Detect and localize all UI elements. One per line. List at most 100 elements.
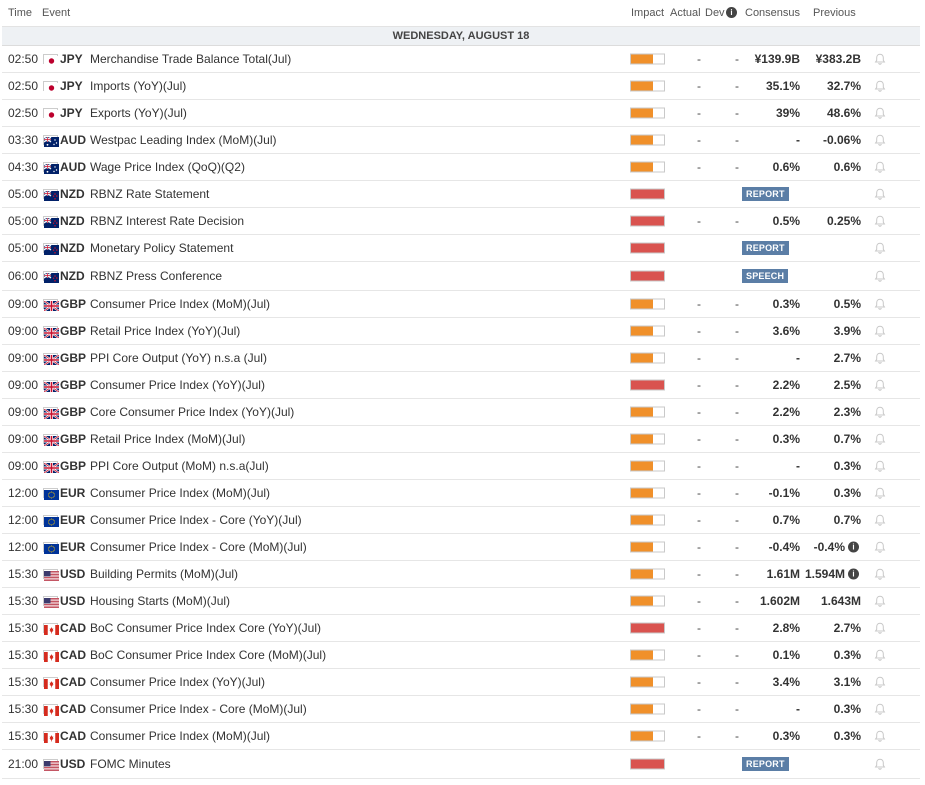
event-name[interactable]: RBNZ Press Conference	[90, 269, 222, 283]
bell-icon[interactable]	[873, 621, 887, 635]
event-row[interactable]: 09:00 GBP Consumer Price Index (MoM)(Jul) -…	[2, 291, 920, 318]
bell-icon[interactable]	[873, 513, 887, 527]
event-row[interactable]: 05:00 NZD RBNZ Interest Rate Decision - - 0.5…	[2, 208, 920, 235]
bell-icon[interactable]	[873, 187, 887, 201]
event-name[interactable]: Consumer Price Index - Core (MoM)(Jul)	[90, 702, 307, 716]
previous-value: 0.3%	[833, 702, 861, 716]
event-name[interactable]: Consumer Price Index (MoM)(Jul)	[90, 486, 270, 500]
event-row[interactable]: 21:00 USD FOMC Minutes REPORT	[2, 750, 920, 779]
event-name[interactable]: Westpac Leading Index (MoM)(Jul)	[90, 133, 277, 147]
bell-icon[interactable]	[873, 297, 887, 311]
event-row[interactable]: 15:30 CAD Consumer Price Index - Core (MoM…	[2, 696, 920, 723]
event-name[interactable]: Core Consumer Price Index (YoY)(Jul)	[90, 405, 294, 419]
event-name[interactable]: BoC Consumer Price Index Core (MoM)(Jul)	[90, 648, 326, 662]
bell-icon[interactable]	[873, 459, 887, 473]
bell-icon[interactable]	[873, 79, 887, 93]
event-row[interactable]: 02:50 JPY Exports (YoY)(Jul) - - 39% 48.6%	[2, 100, 920, 127]
bell-icon[interactable]	[873, 241, 887, 255]
header-consensus[interactable]: Consensus	[745, 7, 800, 19]
bell-icon[interactable]	[873, 324, 887, 338]
bell-icon[interactable]	[873, 378, 887, 392]
event-row[interactable]: 15:30 USD Building Permits (MoM)(Jul) - - 1.6…	[2, 561, 920, 588]
bell-icon[interactable]	[873, 133, 887, 147]
event-name[interactable]: FOMC Minutes	[90, 757, 171, 771]
bell-icon[interactable]	[873, 594, 887, 608]
bell-icon[interactable]	[873, 729, 887, 743]
impact-medium-icon	[630, 80, 665, 92]
event-row[interactable]: 09:00 GBP Retail Price Index (MoM)(Jul) - - 0…	[2, 426, 920, 453]
bell-icon[interactable]	[873, 486, 887, 500]
event-row[interactable]: 09:00 GBP PPI Core Output (MoM) n.s.a(Jul)…	[2, 453, 920, 480]
event-row[interactable]: 12:00 EUR Consumer Price Index (MoM)(Jul) -…	[2, 480, 920, 507]
event-name[interactable]: Consumer Price Index (MoM)(Jul)	[90, 297, 270, 311]
event-name[interactable]: Imports (YoY)(Jul)	[90, 79, 186, 93]
bell-icon[interactable]	[873, 405, 887, 419]
event-row[interactable]: 15:30 CAD Consumer Price Index (YoY)(Jul) -…	[2, 669, 920, 696]
event-name[interactable]: BoC Consumer Price Index Core (YoY)(Jul)	[90, 621, 321, 635]
bell-icon[interactable]	[873, 52, 887, 66]
event-row[interactable]: 15:30 CAD BoC Consumer Price Index Core (M…	[2, 642, 920, 669]
bell-icon[interactable]	[873, 269, 887, 283]
flag-gb-icon	[43, 353, 60, 366]
currency-code: GBP	[60, 378, 87, 392]
flag-gb-icon	[43, 461, 60, 474]
event-name[interactable]: RBNZ Rate Statement	[90, 187, 209, 201]
event-row[interactable]: 05:00 NZD Monetary Policy Statement REPORT	[2, 235, 920, 262]
event-name[interactable]: PPI Core Output (MoM) n.s.a(Jul)	[90, 459, 269, 473]
bell-icon[interactable]	[873, 160, 887, 174]
event-row[interactable]: 15:30 CAD Consumer Price Index (MoM)(Jul) -…	[2, 723, 920, 750]
bell-icon[interactable]	[873, 702, 887, 716]
event-name[interactable]: Consumer Price Index (MoM)(Jul)	[90, 729, 270, 743]
event-name[interactable]: PPI Core Output (YoY) n.s.a (Jul)	[90, 351, 267, 365]
header-impact[interactable]: Impact	[631, 7, 664, 19]
event-row[interactable]: 09:00 GBP Core Consumer Price Index (YoY)(…	[2, 399, 920, 426]
revision-info-icon[interactable]: i	[848, 541, 859, 553]
event-row[interactable]: 02:50 JPY Imports (YoY)(Jul) - - 35.1% 32.7%	[2, 73, 920, 100]
bell-icon[interactable]	[873, 648, 887, 662]
bell-icon[interactable]	[873, 675, 887, 689]
event-name[interactable]: Consumer Price Index (YoY)(Jul)	[90, 378, 265, 392]
event-row[interactable]: 09:00 GBP Consumer Price Index (YoY)(Jul) -…	[2, 372, 920, 399]
event-name[interactable]: Wage Price Index (QoQ)(Q2)	[90, 160, 245, 174]
event-name[interactable]: RBNZ Interest Rate Decision	[90, 214, 244, 228]
event-name[interactable]: Housing Starts (MoM)(Jul)	[90, 594, 230, 608]
event-name[interactable]: Consumer Price Index - Core (MoM)(Jul)	[90, 540, 307, 554]
header-previous[interactable]: Previous	[813, 7, 856, 19]
event-row[interactable]: 15:30 USD Housing Starts (MoM)(Jul) - - 1.602…	[2, 588, 920, 615]
event-row[interactable]: 06:00 NZD RBNZ Press Conference SPEECH	[2, 262, 920, 291]
event-time: 02:50	[8, 106, 39, 120]
consensus-value: 2.2%	[772, 405, 800, 419]
event-name[interactable]: Monetary Policy Statement	[90, 241, 233, 255]
event-name[interactable]: Merchandise Trade Balance Total(Jul)	[90, 52, 291, 66]
event-name[interactable]: Consumer Price Index (YoY)(Jul)	[90, 675, 265, 689]
event-row[interactable]: 12:00 EUR Consumer Price Index - Core (YoY…	[2, 507, 920, 534]
bell-icon[interactable]	[873, 757, 887, 771]
bell-icon[interactable]	[873, 214, 887, 228]
header-dev[interactable]: Dev	[705, 7, 725, 19]
event-name[interactable]: Consumer Price Index - Core (YoY)(Jul)	[90, 513, 302, 527]
dev-info-icon[interactable]: i	[726, 7, 737, 18]
bell-icon[interactable]	[873, 351, 887, 365]
event-name[interactable]: Building Permits (MoM)(Jul)	[90, 567, 238, 581]
revision-info-icon[interactable]: i	[848, 568, 859, 580]
header-actual[interactable]: Actual	[670, 7, 701, 19]
event-name[interactable]: Retail Price Index (MoM)(Jul)	[90, 432, 245, 446]
bell-icon[interactable]	[873, 432, 887, 446]
event-row[interactable]: 02:50 JPY Merchandise Trade Balance Total(…	[2, 46, 920, 73]
event-row[interactable]: 15:30 CAD BoC Consumer Price Index Core (Y…	[2, 615, 920, 642]
event-time: 12:00	[8, 540, 39, 554]
impact-medium-icon	[630, 730, 665, 742]
bell-icon[interactable]	[873, 106, 887, 120]
actual-value: -	[697, 52, 701, 66]
bell-icon[interactable]	[873, 567, 887, 581]
event-row[interactable]: 12:00 EUR Consumer Price Index - Core (MoM…	[2, 534, 920, 561]
event-name[interactable]: Exports (YoY)(Jul)	[90, 106, 187, 120]
event-row[interactable]: 09:00 GBP Retail Price Index (YoY)(Jul) - - 3…	[2, 318, 920, 345]
event-row[interactable]: 09:00 GBP PPI Core Output (YoY) n.s.a (Jul…	[2, 345, 920, 372]
deviation-value: -	[735, 351, 739, 365]
event-row[interactable]: 03:30 AUD Westpac Leading Index (MoM)(Jul)…	[2, 127, 920, 154]
event-name[interactable]: Retail Price Index (YoY)(Jul)	[90, 324, 240, 338]
event-row[interactable]: 05:00 NZD RBNZ Rate Statement REPORT	[2, 181, 920, 208]
bell-icon[interactable]	[873, 540, 887, 554]
event-row[interactable]: 04:30 AUD Wage Price Index (QoQ)(Q2) - - 0.6%…	[2, 154, 920, 181]
